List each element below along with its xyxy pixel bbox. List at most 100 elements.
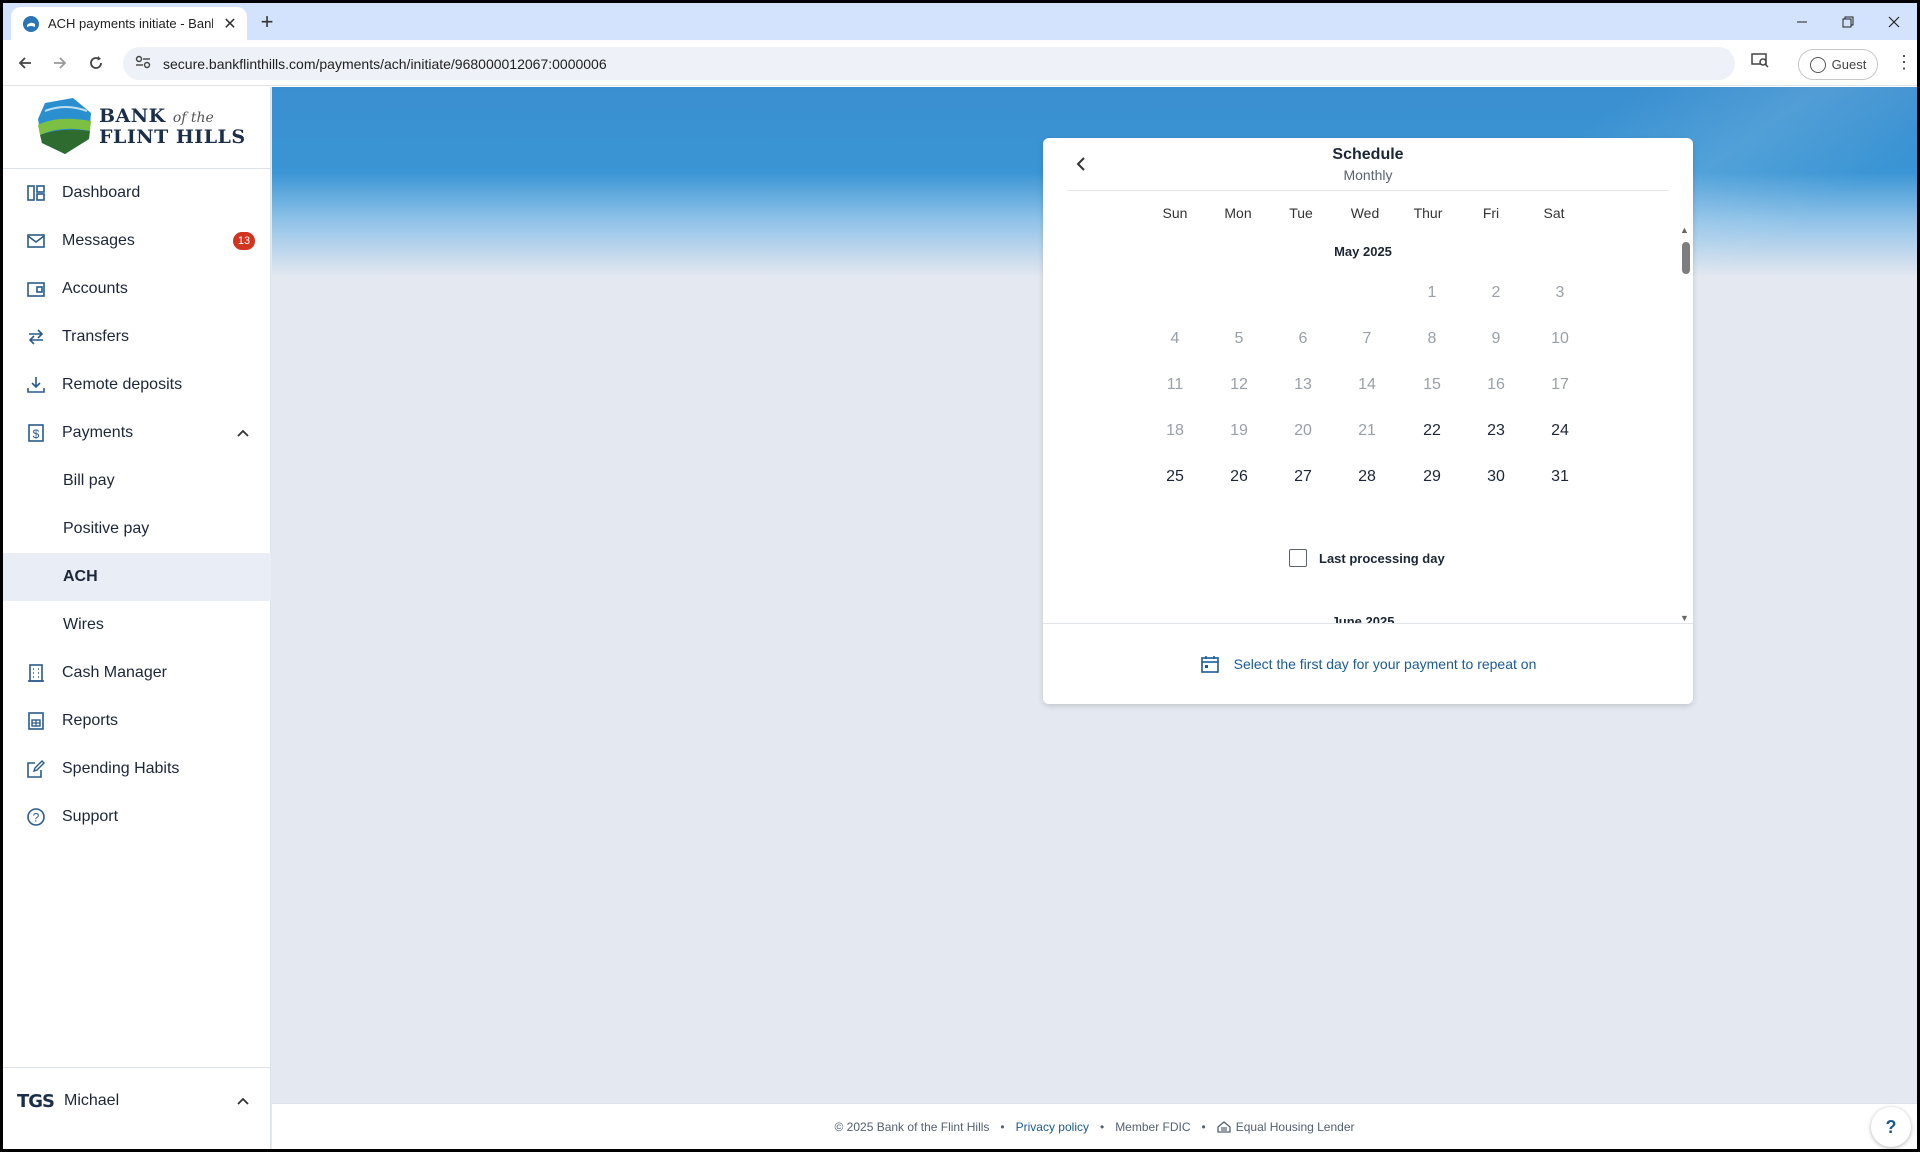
calendar-day: 21 [1358,422,1376,439]
help-button[interactable]: ? [1871,1107,1911,1147]
calendar-day[interactable]: 30 [1471,468,1521,486]
dialog-footer: Select the first day for your payment to… [1043,623,1693,704]
sidebar-item-bill-pay[interactable]: Bill pay [3,457,271,505]
bank-logo-mark-icon [38,98,91,154]
report-icon [25,710,47,732]
reload-icon[interactable] [82,49,110,77]
site-settings-icon[interactable] [135,55,151,72]
browser-tab[interactable]: ACH payments initiate - Bank of ✕ [11,7,247,40]
new-tab-icon[interactable]: + [255,9,279,35]
sidebar-item-messages[interactable]: Messages 13 [3,217,271,265]
checkbox-label: Last processing day [1319,550,1445,566]
calendar-scroll-area[interactable]: May 2025 1 2 3 4 5 6 7 8 9 10 11 12 13 14 15 16 17 18 19 20… [1043,228,1693,630]
calendar-day[interactable]: 22 [1407,422,1457,440]
calendar-day[interactable]: 23 [1471,422,1521,440]
dollar-icon: $ [25,422,47,444]
sidebar-item-spending-habits[interactable]: Spending Habits [3,745,271,793]
chevron-left-icon [1076,157,1085,171]
user-menu[interactable]: TGS Michael [3,1067,271,1149]
dialog-title: Schedule [1332,146,1404,163]
calendar-day: 5 [1234,330,1244,347]
company-logo: TGS [17,1091,55,1112]
profile-button[interactable]: Guest [1798,49,1878,80]
sidebar-item-payments[interactable]: $ Payments [3,409,271,457]
restore-icon[interactable] [1825,3,1871,40]
calendar-day: 6 [1298,330,1308,347]
sidebar-item-label: ACH [63,568,98,585]
tab-close-icon[interactable]: ✕ [221,14,239,34]
calendar-day: 4 [1170,330,1180,347]
calendar-day[interactable]: 25 [1150,468,1200,486]
scroll-down-arrow-icon[interactable]: ▼ [1680,613,1689,623]
calendar-icon [1200,654,1220,674]
sidebar-item-label: Positive pay [63,520,150,537]
weekday-header: Sat [1543,205,1565,221]
scroll-up-arrow-icon[interactable]: ▲ [1680,225,1689,235]
sidebar-item-accounts[interactable]: Accounts [3,265,271,313]
schedule-dialog: Schedule Monthly Sun Mon Tue Wed Thur Fr… [1043,138,1693,704]
calendar-day[interactable]: 26 [1214,468,1264,486]
building-icon [25,662,47,684]
bank-logo[interactable]: BANK of the FLINT HILLS [3,87,271,169]
privacy-policy-link[interactable]: Privacy policy [1016,1120,1089,1134]
dashboard-icon [25,182,47,204]
sidebar-item-label: Messages [62,232,135,249]
browser-window: ACH payments initiate - Bank of ✕ + sec [3,3,1917,1149]
bank-name-line1: BANK [99,105,166,127]
calendar-day: 17 [1551,376,1569,393]
calendar-day: 2 [1491,284,1501,301]
tab-strip: ACH payments initiate - Bank of ✕ + [3,3,1917,40]
footer-separator: • [1201,1119,1206,1134]
sidebar-item-label: Cash Manager [62,664,167,681]
calendar-day[interactable]: 28 [1342,468,1392,486]
scrollbar-thumb[interactable] [1682,242,1690,274]
sidebar-item-transfers[interactable]: Transfers [3,313,271,361]
month-label: May 2025 [1334,244,1392,259]
chevron-up-icon[interactable] [237,426,249,440]
last-processing-day-checkbox[interactable] [1289,549,1307,567]
calendar-day: 7 [1362,330,1372,347]
sidebar-item-label: Spending Habits [62,760,180,777]
sidebar-item-label: Accounts [62,280,128,297]
window-close-icon[interactable] [1871,3,1917,40]
cast-search-icon[interactable] [1751,52,1769,73]
calendar-day[interactable]: 24 [1535,422,1585,440]
calendar-day: 12 [1230,376,1248,393]
back-button[interactable] [1069,152,1093,176]
last-processing-day-option[interactable]: Last processing day [1289,549,1445,567]
sidebar-item-reports[interactable]: Reports [3,697,271,745]
fdic-text: Member FDIC [1115,1119,1191,1134]
sidebar-item-support[interactable]: ? Support [3,793,271,841]
unread-count-badge: 13 [233,232,255,250]
footer-separator: • [1000,1119,1005,1134]
browser-toolbar: secure.bankflinthills.com/payments/ach/i… [3,40,1917,86]
calendar-day[interactable]: 31 [1535,468,1585,486]
sidebar-item-wires[interactable]: Wires [3,601,271,649]
calendar-day[interactable]: 29 [1407,468,1457,486]
chevron-up-icon[interactable] [237,1094,249,1108]
sidebar-item-ach[interactable]: ACH [3,553,271,601]
minimize-icon[interactable] [1779,3,1825,40]
sidebar-item-cash-manager[interactable]: Cash Manager [3,649,271,697]
sidebar-item-remote-deposits[interactable]: Remote deposits [3,361,271,409]
back-icon[interactable] [11,49,39,77]
browser-menu-icon[interactable]: ⋮ [1895,52,1913,73]
calendar-day: 11 [1166,376,1184,393]
equal-housing-text: Equal Housing Lender [1235,1119,1355,1134]
calendar-day: 3 [1555,284,1565,301]
download-icon [25,374,47,396]
sidebar-item-label: Wires [63,616,104,633]
sidebar-item-label: Reports [62,712,119,729]
calendar-day: 9 [1491,330,1501,347]
help-circle-icon: ? [25,806,47,828]
forward-icon[interactable] [46,49,74,77]
equal-housing-icon [1217,1120,1231,1133]
url-text: secure.bankflinthills.com/payments/ach/i… [163,55,607,72]
wallet-icon [25,278,47,300]
address-bar[interactable]: secure.bankflinthills.com/payments/ach/i… [123,47,1735,80]
sidebar-item-positive-pay[interactable]: Positive pay [3,505,271,553]
calendar-day[interactable]: 27 [1278,468,1328,486]
sidebar-item-dashboard[interactable]: Dashboard [3,169,271,217]
footer-separator: • [1099,1119,1105,1134]
calendar-day: 1 [1427,284,1437,301]
